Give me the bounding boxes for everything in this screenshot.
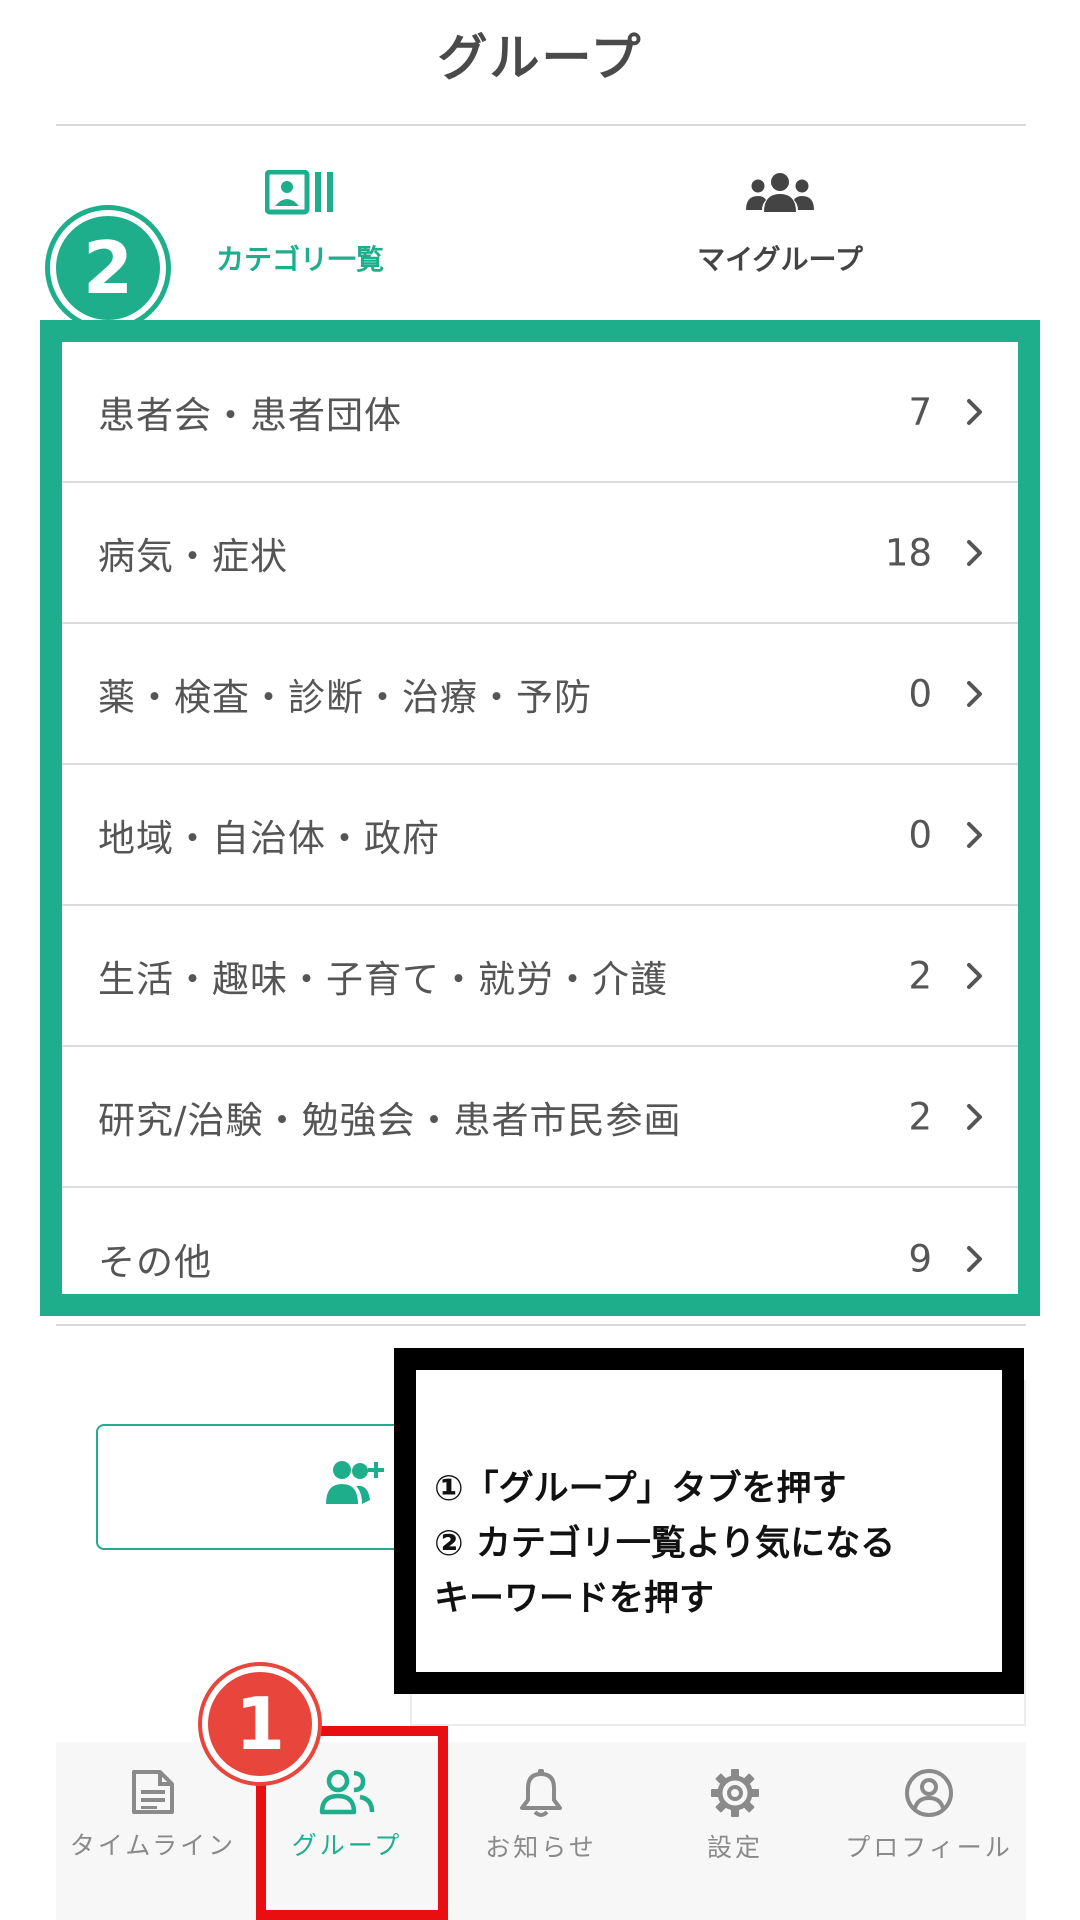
category-row[interactable]: 生活・趣味・子育て・就労・介護 2 [62,906,1018,1047]
category-count: 9 [908,1237,932,1280]
category-count: 18 [884,531,932,574]
category-row[interactable]: 薬・検査・診断・治療・予防 0 [62,624,1018,765]
category-count: 2 [908,954,932,997]
chevron-right-icon [967,539,982,566]
chevron-right-icon [967,680,982,707]
nav-item-timeline[interactable]: タイムライン [56,1742,250,1920]
chevron-right-icon [967,398,982,425]
list-divider [56,1324,1026,1326]
category-count: 0 [908,813,932,856]
chevron-right-icon [967,962,982,989]
category-row[interactable]: その他 9 [62,1188,1018,1329]
category-name: その他 [98,1240,212,1284]
nav-item-settings[interactable]: 設定 [638,1742,832,1920]
category-row[interactable]: 患者会・患者団体 7 [62,342,1018,483]
category-row[interactable]: 病気・症状 18 [62,483,1018,624]
step-marker-1: 1 [202,1666,318,1782]
gear-icon [711,1769,759,1817]
category-name: 地域・自治体・政府 [98,816,440,860]
category-name: 研究/治験・勉強会・患者市民参画 [98,1098,682,1142]
tab-my-groups[interactable]: マイグループ [570,160,990,310]
tab-my-groups-label: マイグループ [697,243,863,276]
chevron-right-icon [967,821,982,848]
step-marker-2: 2 [50,210,166,326]
category-name: 病気・症状 [98,534,288,578]
users-icon [319,1769,375,1815]
nav-label: グループ [291,1831,403,1860]
instruction-text: ①「グループ」タブを押す ② カテゴリ一覧より気になる キーワードを押す [434,1462,1014,1627]
header-divider [56,124,1026,126]
category-list: 患者会・患者団体 7 病気・症状 18 薬・検査・診断・治療・予防 0 地域・自治体・政府 0… [62,342,1018,1329]
nav-label: 設定 [706,1833,763,1862]
page-title: グループ [437,29,643,87]
category-row[interactable]: 研究/治験・勉強会・患者市民参画 2 [62,1047,1018,1188]
users-icon [746,173,814,212]
instruction-line: キーワードを押す [434,1579,715,1619]
category-name: 患者会・患者団体 [98,393,402,437]
category-list-highlight: 患者会・患者団体 7 病気・症状 18 薬・検査・診断・治療・予防 0 地域・自治体・政府 0… [40,320,1040,1316]
user-circle-icon [905,1769,953,1817]
add-user-icon [326,1461,384,1504]
category-count: 0 [908,672,932,715]
category-name: 薬・検査・診断・治療・予防 [98,675,592,719]
page: グループ カテゴリ一覧 マイグループ 2 患者会・患者団体 7 病気・症状 18 薬・検… [0,0,1080,1920]
category-count: 2 [908,1095,932,1138]
bottom-nav: タイムライン グループ お知らせ 設定 プロフィール [56,1742,1026,1920]
nav-item-profile[interactable]: プロフィール [832,1742,1026,1920]
category-name: 生活・趣味・子育て・就労・介護 [98,957,668,1001]
nav-label: プロフィール [845,1833,1013,1862]
document-icon [132,1770,174,1814]
instruction-line: ② カテゴリ一覧より気になる [434,1524,896,1564]
nav-item-notifications[interactable]: お知らせ [444,1742,638,1920]
instruction-callout: ①「グループ」タブを押す ② カテゴリ一覧より気になる キーワードを押す [394,1348,1024,1694]
chevron-right-icon [967,1103,982,1130]
chevron-right-icon [967,1245,982,1272]
category-count: 7 [908,390,932,433]
nav-label: お知らせ [485,1833,597,1862]
bell-icon [520,1769,562,1817]
contact-card-icon [265,170,333,215]
category-row[interactable]: 地域・自治体・政府 0 [62,765,1018,906]
nav-label: タイムライン [69,1831,237,1860]
instruction-line: ①「グループ」タブを押す [434,1469,847,1509]
